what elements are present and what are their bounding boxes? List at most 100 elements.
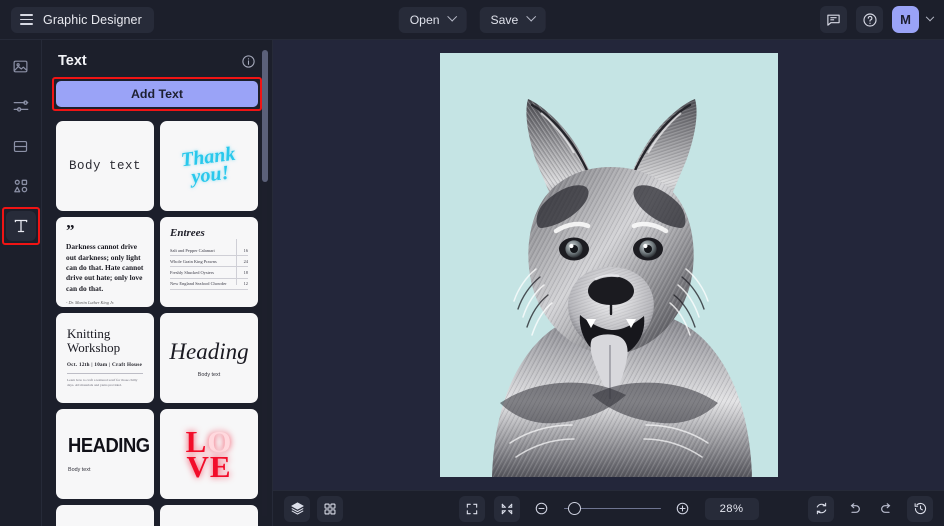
panel-header: Text xyxy=(42,40,272,69)
zoom-slider[interactable] xyxy=(563,496,661,522)
undo-icon xyxy=(850,502,860,513)
grid-icon xyxy=(324,503,336,514)
heading-text: HEADING xyxy=(68,435,150,457)
layers-button[interactable] xyxy=(284,495,310,522)
open-label: Open xyxy=(409,12,440,27)
file-menu-group: Open Save xyxy=(398,6,546,33)
fit-screen-button[interactable] xyxy=(458,495,485,522)
sliders-icon xyxy=(13,100,28,112)
reset-rotate-icon xyxy=(816,502,826,515)
list-item[interactable]: Heading Body text xyxy=(160,313,258,403)
info-button[interactable] xyxy=(241,54,256,69)
sidebar-item-layouts[interactable] xyxy=(6,131,36,161)
thank-line-2: you! xyxy=(189,161,231,189)
template-script-text: Thank you! xyxy=(180,143,238,189)
menu-item-name: Salt and Pepper Calamari xyxy=(170,247,215,253)
avatar[interactable]: M xyxy=(892,6,919,33)
menu-divider xyxy=(235,239,236,285)
heading-subtext: Body text xyxy=(197,371,221,378)
redo-icon xyxy=(881,502,891,513)
save-button[interactable]: Save xyxy=(479,6,546,33)
history-button[interactable] xyxy=(907,495,933,522)
redo-button[interactable] xyxy=(874,496,900,522)
canvas-stage: 28% xyxy=(273,40,944,526)
sidebar-item-text[interactable] xyxy=(1,207,40,245)
menu-row: Salt and Pepper Calamari 16 xyxy=(170,245,248,257)
comment-button[interactable] xyxy=(820,6,847,33)
shapes-icon xyxy=(13,179,27,193)
hamburger-icon[interactable] xyxy=(20,14,33,25)
bottom-left-tools xyxy=(284,495,343,522)
text-panel: Text Add Text Body text Thank you! ” Dar… xyxy=(42,40,273,526)
body-row: Text Add Text Body text Thank you! ” Dar… xyxy=(0,40,944,526)
list-item[interactable]: HEADING Body text xyxy=(56,409,154,499)
app-title: Graphic Designer xyxy=(43,12,142,27)
reset-button[interactable] xyxy=(808,495,834,522)
event-details: Oct. 12th | 10am | Craft House xyxy=(67,362,143,374)
info-circle-icon xyxy=(242,54,255,68)
zoom-slider-knob[interactable] xyxy=(567,502,581,515)
list-item[interactable]: Body text xyxy=(56,121,154,211)
zoom-in-icon xyxy=(676,502,689,515)
bottom-bar: 28% xyxy=(273,490,944,526)
zoom-out-icon xyxy=(535,502,548,515)
german-shepherd-pencil-illustration xyxy=(439,53,778,477)
menu-item-name: Freshly Shucked Oysters xyxy=(170,269,214,275)
history-clock-icon xyxy=(914,502,926,515)
menu-row: Freshly Shucked Oysters 18 xyxy=(170,267,248,279)
fit-screen-icon xyxy=(466,503,477,514)
undo-button[interactable] xyxy=(841,496,867,522)
app-root: Graphic Designer Open Save M Text Add Te… xyxy=(0,0,944,526)
list-item[interactable] xyxy=(160,505,258,526)
collapse-button[interactable] xyxy=(493,495,520,522)
canvas-area[interactable] xyxy=(273,40,944,490)
menu-item-name: Whole Grain King Prawns xyxy=(170,258,217,264)
zoom-out-button[interactable] xyxy=(529,496,555,522)
brand-button[interactable]: Graphic Designer xyxy=(11,6,154,33)
panel-scrollbar[interactable] xyxy=(260,40,269,526)
save-label: Save xyxy=(490,12,519,27)
text-template-list[interactable]: Body text Thank you! ” Darkness cannot d… xyxy=(42,121,272,526)
zoom-in-button[interactable] xyxy=(670,496,696,522)
event-body: Learn how to craft a textured scarf for … xyxy=(67,377,138,388)
list-item[interactable]: Entrees Salt and Pepper Calamari 16 Whol… xyxy=(160,217,258,307)
open-button[interactable]: Open xyxy=(398,6,467,33)
text-t-icon xyxy=(14,219,27,233)
add-text-button[interactable]: Add Text xyxy=(56,81,258,107)
artboard[interactable] xyxy=(439,53,778,477)
help-button[interactable] xyxy=(856,6,883,33)
add-text-wrap: Add Text xyxy=(42,69,272,111)
image-icon xyxy=(13,60,28,72)
list-item[interactable]: LO VE xyxy=(160,409,258,499)
menu-row: New England Seafood Chowder 12 xyxy=(170,279,248,290)
menu-row: Whole Grain King Prawns 24 xyxy=(170,256,248,268)
account-group: M xyxy=(820,6,944,33)
list-item[interactable]: ” Darkness cannot drive out darkness; on… xyxy=(56,217,154,307)
scrollbar-thumb[interactable] xyxy=(261,50,268,182)
heading-text: Heading xyxy=(169,338,249,364)
layers-icon xyxy=(290,502,304,515)
menu-item-name: New England Seafood Chowder xyxy=(170,281,227,287)
list-item[interactable]: Knitting Workshop Oct. 12th | 10am | Cra… xyxy=(56,313,154,403)
comment-icon xyxy=(827,14,840,26)
list-item[interactable]: Thank you! xyxy=(160,121,258,211)
sidebar-item-elements[interactable] xyxy=(6,171,36,201)
quote-text: Darkness cannot drive out darkness; only… xyxy=(66,242,144,293)
chevron-down-icon xyxy=(447,11,457,22)
history-tools xyxy=(808,495,933,522)
page-title: Text xyxy=(58,53,87,69)
list-item[interactable] xyxy=(56,505,154,526)
menu-item-price: 16 xyxy=(243,247,248,253)
menu-item-price: 12 xyxy=(243,281,248,287)
grid-button[interactable] xyxy=(317,495,343,522)
sidebar-item-adjustments[interactable] xyxy=(6,91,36,121)
collapse-arrows-icon xyxy=(501,503,512,514)
avatar-chevron-down-icon[interactable] xyxy=(925,12,935,21)
sidebar-item-images[interactable] xyxy=(6,51,36,81)
menu-title: Entrees xyxy=(170,227,205,239)
layout-icon xyxy=(13,140,28,152)
menu-item-price: 18 xyxy=(243,269,248,275)
quote-attribution: - Dr. Martin Luther King Jr. xyxy=(66,299,115,305)
top-bar: Graphic Designer Open Save M xyxy=(0,0,944,40)
zoom-value[interactable]: 28% xyxy=(704,497,759,520)
